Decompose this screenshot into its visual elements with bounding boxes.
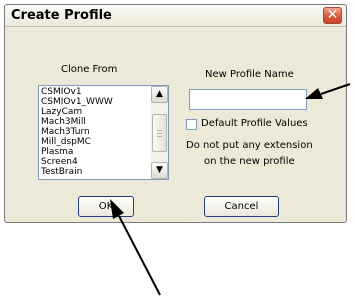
scroll-down-button[interactable]: ▼ bbox=[151, 162, 168, 179]
title-bar[interactable]: Create Profile ✕ bbox=[5, 5, 346, 27]
thumb-grip-line bbox=[157, 133, 162, 134]
thumb-grip-line bbox=[157, 130, 162, 131]
scroll-down-arrow-icon: ▼ bbox=[156, 165, 163, 175]
list-item[interactable]: Mach3Turn bbox=[41, 127, 150, 137]
clone-from-label: Clone From bbox=[61, 64, 118, 75]
default-profile-values-label[interactable]: Default Profile Values bbox=[201, 118, 308, 129]
clone-from-list: CSMIOv1 CSMIOv1_WWW LazyCam Mach3Mill Ma… bbox=[41, 87, 150, 177]
close-icon: ✕ bbox=[326, 7, 339, 23]
list-item[interactable]: CSMIOv1 bbox=[41, 87, 150, 97]
list-item[interactable]: CSMIOv1_WWW bbox=[41, 97, 150, 107]
clone-from-listbox[interactable]: CSMIOv1 CSMIOv1_WWW LazyCam Mach3Mill Ma… bbox=[38, 85, 169, 180]
thumb-grip-line bbox=[157, 136, 162, 137]
ok-button[interactable]: OK bbox=[78, 196, 134, 217]
list-item[interactable]: LazyCam bbox=[41, 107, 150, 117]
extension-note-line-1: Do not put any extension bbox=[186, 140, 313, 151]
create-profile-dialog: Create Profile ✕ Clone From CSMIOv1 CSMI… bbox=[4, 4, 347, 223]
list-item[interactable]: Mach3Mill bbox=[41, 117, 150, 127]
default-profile-values-checkbox[interactable] bbox=[186, 119, 197, 130]
scroll-up-arrow-icon: ▲ bbox=[156, 89, 163, 99]
extension-note-line-2: on the new profile bbox=[204, 156, 295, 167]
vertical-scrollbar[interactable]: ▲ ▼ bbox=[151, 86, 168, 179]
list-item[interactable]: Mill_dspMC bbox=[41, 137, 150, 147]
list-item[interactable]: TestBrain bbox=[41, 167, 150, 177]
close-button[interactable]: ✕ bbox=[323, 7, 342, 24]
screenshot-stage: Create Profile ✕ Clone From CSMIOv1 CSMI… bbox=[0, 0, 355, 300]
scroll-thumb[interactable] bbox=[152, 114, 167, 152]
scroll-up-button[interactable]: ▲ bbox=[151, 86, 168, 103]
list-item[interactable]: Screen4 bbox=[41, 157, 150, 167]
list-item[interactable]: Plasma bbox=[41, 147, 150, 157]
new-profile-name-input[interactable] bbox=[189, 89, 307, 110]
new-profile-name-label: New Profile Name bbox=[205, 69, 294, 80]
cancel-button[interactable]: Cancel bbox=[204, 196, 279, 217]
dialog-title: Create Profile bbox=[11, 8, 112, 23]
